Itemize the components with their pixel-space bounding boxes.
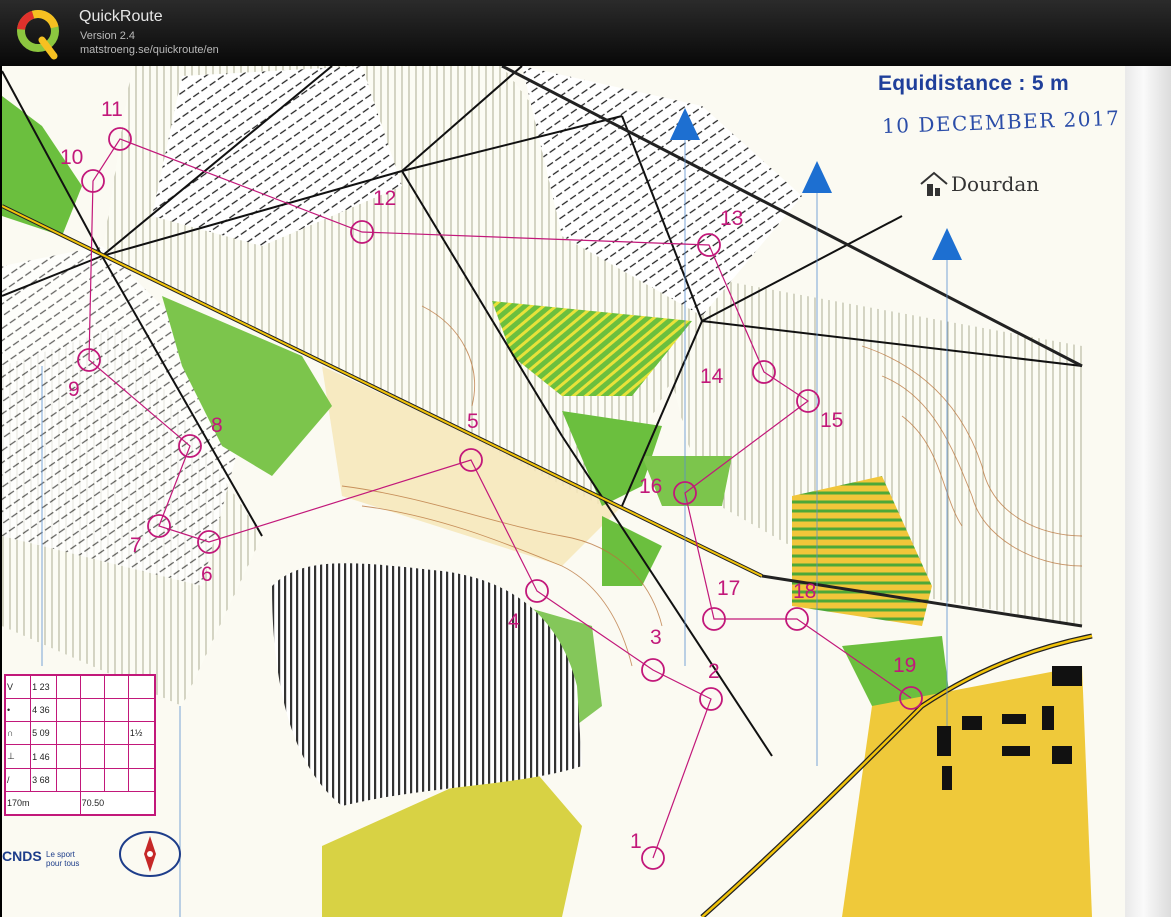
- legend-symbol: /: [4, 767, 32, 792]
- control-label-3: 3: [650, 626, 662, 649]
- legend-value: 1 46: [30, 744, 57, 769]
- control-label-18: 18: [793, 580, 816, 603]
- app-title: QuickRoute: [79, 8, 163, 25]
- legend-value: 3 68: [30, 767, 57, 792]
- sponsor-logo-text: CNDS: [2, 848, 42, 864]
- control-label-5: 5: [467, 410, 479, 433]
- control-label-11: 11: [101, 98, 123, 121]
- control-label-6: 6: [201, 563, 213, 586]
- sponsor-logo-subtitle: Le sport pour tous: [46, 850, 80, 868]
- control-label-16: 16: [639, 475, 662, 498]
- legend-symbol: ⊥: [4, 744, 32, 769]
- legend-symbol: •: [4, 698, 32, 723]
- control-label-19: 19: [893, 654, 916, 677]
- title-bar: QuickRoute Version 2.4 matstroeng.se/qui…: [0, 0, 1171, 66]
- control-label-2: 2: [708, 660, 720, 683]
- control-label-4: 4: [508, 610, 520, 633]
- control-label-14: 14: [700, 365, 724, 388]
- control-label-13: 13: [720, 207, 743, 230]
- legend-symbol: ∩: [4, 721, 32, 746]
- control-label-7: 7: [130, 534, 142, 557]
- legend-value: 4 36: [30, 698, 57, 723]
- legend-extra: 1½: [127, 721, 156, 746]
- control-label-15: 15: [820, 409, 843, 432]
- club-logo: Dourdan: [919, 170, 1039, 198]
- app-version: Version 2.4: [80, 30, 136, 42]
- legend-value: 5 09: [30, 721, 57, 746]
- control-label-10: 10: [60, 146, 83, 169]
- legend-scale: 170m: [5, 790, 81, 816]
- control-label-17: 17: [717, 577, 740, 600]
- quickroute-logo-icon: [17, 10, 59, 60]
- control-description-table: V 1 23 • 4 36 ∩ 5 09 1½ ⊥ 1 46 / 3 68 17…: [4, 674, 156, 816]
- orienteering-map[interactable]: 1 2 3 4 5 6 7 8 9 10 11 12 13 14 15 16 1…: [2, 66, 1171, 917]
- legend-symbol: V: [4, 674, 32, 700]
- legend-value: 1 23: [30, 674, 57, 700]
- control-label-9: 9: [68, 378, 80, 401]
- app-url-link[interactable]: matstroeng.se/quickroute/en: [80, 44, 219, 56]
- legend-scale-2: 70.50: [79, 790, 156, 816]
- control-label-12: 12: [373, 187, 396, 210]
- equidistance-label: Equidistance : 5 m: [878, 72, 1069, 95]
- club-name: Dourdan: [951, 172, 1040, 196]
- control-label-8: 8: [211, 414, 223, 437]
- federation-compass-icon: [119, 831, 181, 877]
- map-scan-edge: [1125, 66, 1171, 917]
- control-label-1: 1: [630, 830, 642, 853]
- club-house-icon: [920, 171, 948, 196]
